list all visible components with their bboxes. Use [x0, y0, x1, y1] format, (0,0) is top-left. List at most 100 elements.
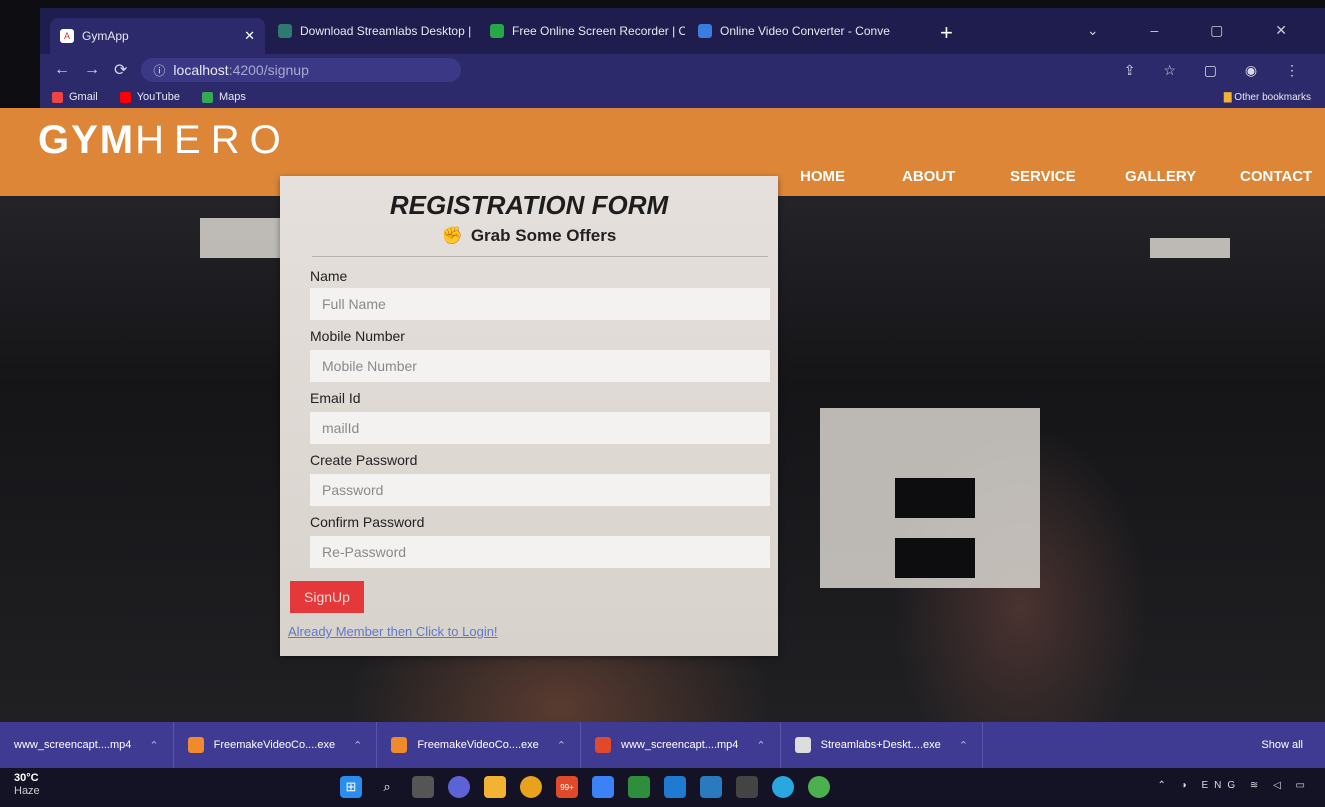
recorder-icon — [490, 24, 504, 38]
vscode-icon[interactable] — [664, 776, 686, 798]
download-filename: FreemakeVideoCo....exe — [417, 739, 539, 751]
nav-gallery[interactable]: GALLERY — [1125, 168, 1196, 185]
reload-icon[interactable]: ⟳ — [114, 60, 127, 80]
windows-start-icon[interactable]: ⊞ — [340, 776, 362, 798]
info-icon: ⓘ — [153, 63, 166, 78]
full-name-input[interactable] — [310, 288, 770, 320]
email-label: Email Id — [310, 390, 361, 406]
logo-light: HERO — [135, 118, 291, 162]
tab-title: Free Online Screen Recorder | O — [512, 24, 685, 38]
show-all-button[interactable]: Show all — [1261, 739, 1303, 751]
tab-gymapp[interactable]: A GymApp ✕ — [50, 18, 265, 54]
divider — [312, 256, 768, 257]
mobile-label: Mobile Number — [310, 328, 405, 344]
forward-icon[interactable]: → — [84, 61, 100, 79]
bookmarks-bar: Gmail YouTube Maps ▇ Other bookmarks — [40, 86, 1325, 108]
tab-video-converter[interactable]: Online Video Converter - Conve ✕ — [688, 16, 898, 46]
tab-screen-recorder[interactable]: Free Online Screen Recorder | O ✕ — [480, 16, 685, 46]
offers-subtitle: ✊ Grab Some Offers — [280, 226, 778, 246]
task-view-icon[interactable] — [412, 776, 434, 798]
search-icon[interactable]: ⌕ — [376, 776, 398, 798]
mobile-number-input[interactable] — [310, 350, 770, 382]
background-light — [1150, 238, 1230, 258]
nav-contact[interactable]: CONTACT — [1240, 168, 1312, 185]
other-bookmarks[interactable]: ▇ Other bookmarks — [1224, 92, 1311, 103]
bookmark-label: Gmail — [69, 91, 98, 103]
password-input[interactable] — [310, 474, 770, 506]
form-title: REGISTRATION FORM — [389, 190, 669, 220]
streamlabs-installer-icon — [794, 737, 811, 753]
nav-service[interactable]: SERVICE — [1010, 168, 1076, 185]
download-filename: www_screencapt....mp4 — [14, 739, 132, 751]
weather-widget[interactable]: 30°C Haze — [14, 772, 40, 798]
background-shape — [895, 478, 975, 518]
language-indicator[interactable]: ENG — [1201, 780, 1241, 791]
chevron-up-icon[interactable]: ⌃ — [959, 739, 968, 752]
other-bookmarks-label: Other bookmarks — [1234, 91, 1311, 103]
tab-title: Download Streamlabs Desktop | — [300, 24, 472, 38]
chevron-up-icon[interactable]: ⌃ — [353, 739, 362, 752]
converter-icon — [698, 24, 712, 38]
close-icon[interactable]: ✕ — [890, 23, 899, 39]
chrome-icon[interactable] — [520, 776, 542, 798]
mongodb-icon[interactable] — [808, 776, 830, 798]
browser-toolbar-icons[interactable]: ⇪ ☆ ▢ ◉ ⋮ — [1124, 62, 1311, 79]
bookmark-maps[interactable]: Maps — [201, 91, 246, 103]
bookmark-label: YouTube — [136, 91, 180, 103]
windows-taskbar: 30°C Haze ⊞ ⌕ 99+ ⌃ ◑ ENG ≋ ◁ ▭ — [0, 768, 1325, 807]
temperature: 30°C — [14, 772, 39, 784]
confirm-password-input[interactable] — [310, 536, 770, 568]
close-icon[interactable]: ✕ — [236, 28, 255, 44]
git-icon[interactable] — [628, 776, 650, 798]
freemake-icon — [391, 737, 408, 753]
registration-form: REGISTRATION FORM ✊ Grab Some Offers Name… — [280, 176, 778, 656]
window-controls[interactable]: ⌄ – ▢ ✕ — [1087, 22, 1311, 39]
nav-about[interactable]: ABOUT — [902, 168, 955, 185]
offers-text: Grab Some Offers — [470, 226, 617, 245]
chevron-up-icon[interactable]: ⌃ — [756, 739, 765, 752]
back-icon[interactable]: ← — [54, 61, 70, 79]
file-explorer-icon[interactable] — [484, 776, 506, 798]
new-tab-button[interactable]: + — [940, 20, 953, 46]
bookmark-gmail[interactable]: Gmail — [52, 91, 98, 103]
angular-icon: A — [60, 29, 74, 43]
gmail-icon — [52, 91, 63, 103]
email-input[interactable] — [310, 412, 770, 444]
url-field[interactable]: ⓘ localhost:4200/signup — [141, 58, 462, 82]
confirm-password-label: Confirm Password — [310, 514, 425, 530]
web-page: GYMHERO HOME ABOUT SERVICE GALLERY CONTA… — [0, 108, 1325, 722]
nav-home[interactable]: HOME — [800, 168, 845, 185]
tab-streamlabs[interactable]: Download Streamlabs Desktop | ✕ — [268, 16, 478, 46]
notification-badge[interactable]: 99+ — [556, 776, 578, 798]
browser-tab-strip: A GymApp ✕ Download Streamlabs Desktop |… — [40, 8, 1325, 54]
freemake-icon — [187, 737, 204, 753]
notion-icon[interactable] — [736, 776, 758, 798]
logo-bold: GYM — [38, 118, 136, 162]
chevron-up-icon[interactable]: ⌃ — [149, 739, 158, 752]
site-logo[interactable]: GYMHERO — [38, 118, 291, 163]
telegram-icon[interactable] — [772, 776, 794, 798]
bookmark-youtube[interactable]: YouTube — [119, 91, 180, 103]
downloads-bar: www_screencapt....mp4 ⌃ FreemakeVideoCo..… — [0, 722, 1325, 768]
name-label: Name — [310, 268, 348, 284]
download-item[interactable]: www_screencapt....mp4 ⌃ — [0, 722, 174, 768]
youtube-icon — [119, 91, 131, 103]
address-bar-row: ← → ⟳ ⓘ localhost:4200/signup ⇪ ☆ ▢ ◉ ⋮ — [40, 54, 1325, 86]
download-item[interactable]: Streamlabs+Deskt....exe ⌃ — [781, 722, 983, 768]
login-link[interactable]: Already Member then Click to Login! — [288, 624, 498, 639]
maps-icon — [201, 91, 213, 103]
download-item[interactable]: FreemakeVideoCo....exe ⌃ — [377, 722, 582, 768]
calculator-icon[interactable] — [592, 776, 614, 798]
flexed-arm-icon: ✊ — [441, 226, 463, 245]
chevron-up-icon[interactable]: ⌃ — [557, 739, 566, 752]
weather-condition: Haze — [14, 785, 40, 797]
terminal-icon[interactable] — [700, 776, 722, 798]
signup-button[interactable]: SignUp — [290, 581, 364, 613]
download-item[interactable]: www_screencapt....mp4 ⌃ — [581, 722, 781, 768]
system-tray[interactable]: ⌃ ◑ ENG ≋ ◁ ▭ — [1157, 780, 1311, 791]
close-icon[interactable]: ✕ — [471, 23, 478, 39]
bookmark-label: Maps — [218, 91, 246, 103]
password-label: Create Password — [310, 452, 418, 468]
download-item[interactable]: FreemakeVideoCo....exe ⌃ — [174, 722, 378, 768]
chat-icon[interactable] — [448, 776, 470, 798]
